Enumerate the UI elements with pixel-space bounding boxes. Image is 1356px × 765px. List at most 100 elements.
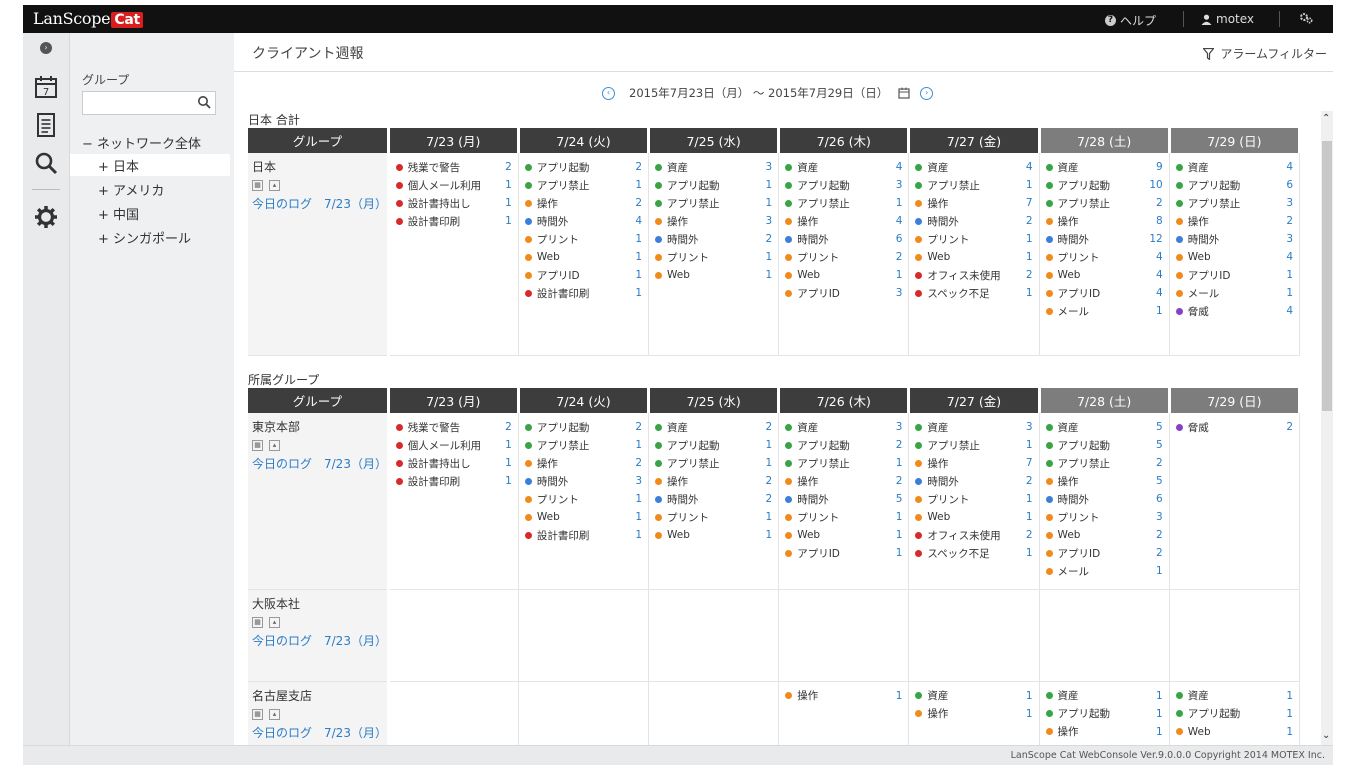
alarm-count[interactable]: 2 bbox=[888, 475, 903, 487]
alarm-count[interactable]: 2 bbox=[888, 439, 903, 451]
alarm-count[interactable]: 1 bbox=[888, 197, 903, 209]
alarm-entry[interactable]: アプリ起動 1 bbox=[1045, 705, 1163, 723]
alarm-count[interactable]: 1 bbox=[1279, 708, 1293, 720]
calendar-nav[interactable]: 7 bbox=[32, 73, 60, 101]
alarm-count[interactable]: 3 bbox=[1279, 197, 1293, 209]
alarm-count[interactable]: 1 bbox=[498, 475, 512, 487]
alarm-entry[interactable]: 時間外 2 bbox=[915, 212, 1033, 230]
alarm-entry[interactable]: 時間外 6 bbox=[1045, 490, 1163, 508]
alarm-entry[interactable]: アプリ起動 10 bbox=[1045, 176, 1163, 194]
alarm-count[interactable]: 1 bbox=[498, 439, 512, 451]
person-icon[interactable]: ▴ bbox=[269, 180, 280, 191]
alarm-entry[interactable]: Web 2 bbox=[1045, 526, 1163, 544]
alarm-entry[interactable]: 操作 1 bbox=[915, 705, 1033, 723]
alarm-entry[interactable]: 設計書持出し 1 bbox=[395, 194, 512, 212]
alarm-count[interactable]: 1 bbox=[628, 179, 642, 191]
alarm-entry[interactable]: 時間外 4 bbox=[524, 212, 642, 230]
alarm-entry[interactable]: アプリID 1 bbox=[1175, 266, 1293, 284]
alarm-count[interactable]: 1 bbox=[1149, 565, 1163, 577]
alarm-entry[interactable]: 資産 1 bbox=[915, 687, 1033, 705]
alarm-entry[interactable]: 資産 4 bbox=[785, 158, 902, 176]
alarm-count[interactable]: 3 bbox=[758, 161, 773, 173]
person-icon[interactable]: ▴ bbox=[269, 440, 280, 451]
alarm-count[interactable]: 8 bbox=[1149, 215, 1163, 227]
alarm-entry[interactable]: Web 1 bbox=[785, 526, 902, 544]
alarm-count[interactable]: 1 bbox=[628, 269, 642, 281]
alarm-count[interactable]: 3 bbox=[888, 421, 903, 433]
alarm-count[interactable]: 2 bbox=[758, 475, 773, 487]
alarm-entry[interactable]: 操作 3 bbox=[655, 212, 772, 230]
alarm-count[interactable]: 1 bbox=[628, 287, 642, 299]
calendar-icon[interactable]: ▦ bbox=[252, 708, 263, 720]
scrollbar-thumb[interactable] bbox=[1322, 141, 1332, 411]
alarm-entry[interactable]: 操作 8 bbox=[1045, 212, 1163, 230]
alarm-entry[interactable]: 資産 3 bbox=[785, 418, 902, 436]
alarm-count[interactable]: 1 bbox=[1149, 690, 1163, 702]
alarm-entry[interactable]: アプリ禁止 2 bbox=[1045, 194, 1163, 212]
alarm-entry[interactable]: Web 1 bbox=[524, 508, 642, 526]
alarm-entry[interactable]: プリント 2 bbox=[785, 248, 902, 266]
alarm-count[interactable]: 2 bbox=[1019, 529, 1033, 541]
alarm-count[interactable]: 6 bbox=[1279, 179, 1293, 191]
alarm-count[interactable]: 1 bbox=[1279, 690, 1293, 702]
alarm-entry[interactable]: アプリID 1 bbox=[785, 544, 902, 562]
alarm-entry[interactable]: アプリ起動 2 bbox=[785, 436, 902, 454]
alarm-count[interactable]: 1 bbox=[1279, 726, 1293, 738]
alarm-entry[interactable]: プリント 1 bbox=[915, 230, 1033, 248]
alarm-entry[interactable]: 操作 2 bbox=[785, 472, 902, 490]
alarm-count[interactable]: 4 bbox=[888, 215, 903, 227]
alarm-count[interactable]: 2 bbox=[628, 161, 642, 173]
alarm-count[interactable]: 1 bbox=[498, 197, 512, 209]
calendar-icon[interactable] bbox=[898, 87, 910, 99]
tree-item-singapore[interactable]: + シンガポール bbox=[98, 226, 191, 248]
alarm-entry[interactable]: アプリ起動 1 bbox=[1175, 705, 1293, 723]
alarm-count[interactable]: 10 bbox=[1149, 179, 1162, 191]
alarm-entry[interactable]: 操作 2 bbox=[1175, 212, 1293, 230]
alarm-entry[interactable]: アプリ禁止 1 bbox=[655, 194, 772, 212]
alarm-count[interactable]: 6 bbox=[888, 233, 903, 245]
help-link[interactable]: ? ヘルプ bbox=[1105, 12, 1156, 29]
alarm-count[interactable]: 1 bbox=[758, 197, 773, 209]
calendar-icon[interactable]: ▦ bbox=[252, 616, 263, 628]
alarm-entry[interactable]: メール 1 bbox=[1175, 284, 1293, 302]
alarm-entry[interactable]: 個人メール利用 1 bbox=[395, 176, 512, 194]
alarm-count[interactable]: 1 bbox=[758, 529, 773, 541]
alarm-count[interactable]: 5 bbox=[1149, 439, 1163, 451]
alarm-entry[interactable]: 操作 2 bbox=[524, 454, 642, 472]
alarm-count[interactable]: 4 bbox=[628, 215, 642, 227]
alarm-count[interactable]: 2 bbox=[888, 251, 903, 263]
alarm-entry[interactable]: メール 1 bbox=[1045, 562, 1163, 580]
alarm-entry[interactable]: アプリ起動 6 bbox=[1175, 176, 1293, 194]
alarm-entry[interactable]: Web 1 bbox=[785, 266, 902, 284]
alarm-count[interactable]: 2 bbox=[628, 197, 642, 209]
alarm-entry[interactable]: 操作 7 bbox=[915, 454, 1033, 472]
alarm-count[interactable]: 2 bbox=[628, 421, 642, 433]
alarm-entry[interactable]: 設計書印刷 1 bbox=[524, 284, 642, 302]
alarm-entry[interactable]: 時間外 6 bbox=[785, 230, 902, 248]
alarm-count[interactable]: 1 bbox=[888, 690, 903, 702]
alarm-count[interactable]: 2 bbox=[758, 493, 773, 505]
alarm-count[interactable]: 2 bbox=[1279, 421, 1293, 433]
alarm-entry[interactable]: Web 1 bbox=[655, 266, 772, 284]
todays-log-link[interactable]: 今日のログ 7/23（月） bbox=[252, 455, 387, 472]
alarm-count[interactable]: 1 bbox=[1019, 511, 1033, 523]
alarm-entry[interactable]: アプリ起動 2 bbox=[524, 158, 642, 176]
tree-item-network-all[interactable]: − ネットワーク全体 bbox=[82, 131, 201, 153]
alarm-entry[interactable]: プリント 4 bbox=[1045, 248, 1163, 266]
alarm-count[interactable]: 2 bbox=[1149, 547, 1163, 559]
alarm-entry[interactable]: アプリ起動 5 bbox=[1045, 436, 1163, 454]
alarm-count[interactable]: 1 bbox=[1019, 287, 1033, 299]
alarm-count[interactable]: 7 bbox=[1019, 197, 1033, 209]
alarm-entry[interactable]: アプリ起動 2 bbox=[524, 418, 642, 436]
alarm-count[interactable]: 1 bbox=[1149, 305, 1163, 317]
alarm-entry[interactable]: アプリ禁止 1 bbox=[524, 436, 642, 454]
next-week-button[interactable]: › bbox=[920, 86, 934, 100]
alarm-count[interactable]: 2 bbox=[628, 457, 642, 469]
alarm-entry[interactable]: アプリID 4 bbox=[1045, 284, 1163, 302]
alarm-entry[interactable]: 時間外 3 bbox=[524, 472, 642, 490]
alarm-count[interactable]: 1 bbox=[498, 179, 512, 191]
alarm-entry[interactable]: プリント 3 bbox=[1045, 508, 1163, 526]
alarm-count[interactable]: 1 bbox=[758, 511, 773, 523]
prev-week-button[interactable]: ‹ bbox=[602, 86, 615, 100]
alarm-entry[interactable]: 操作 4 bbox=[785, 212, 902, 230]
